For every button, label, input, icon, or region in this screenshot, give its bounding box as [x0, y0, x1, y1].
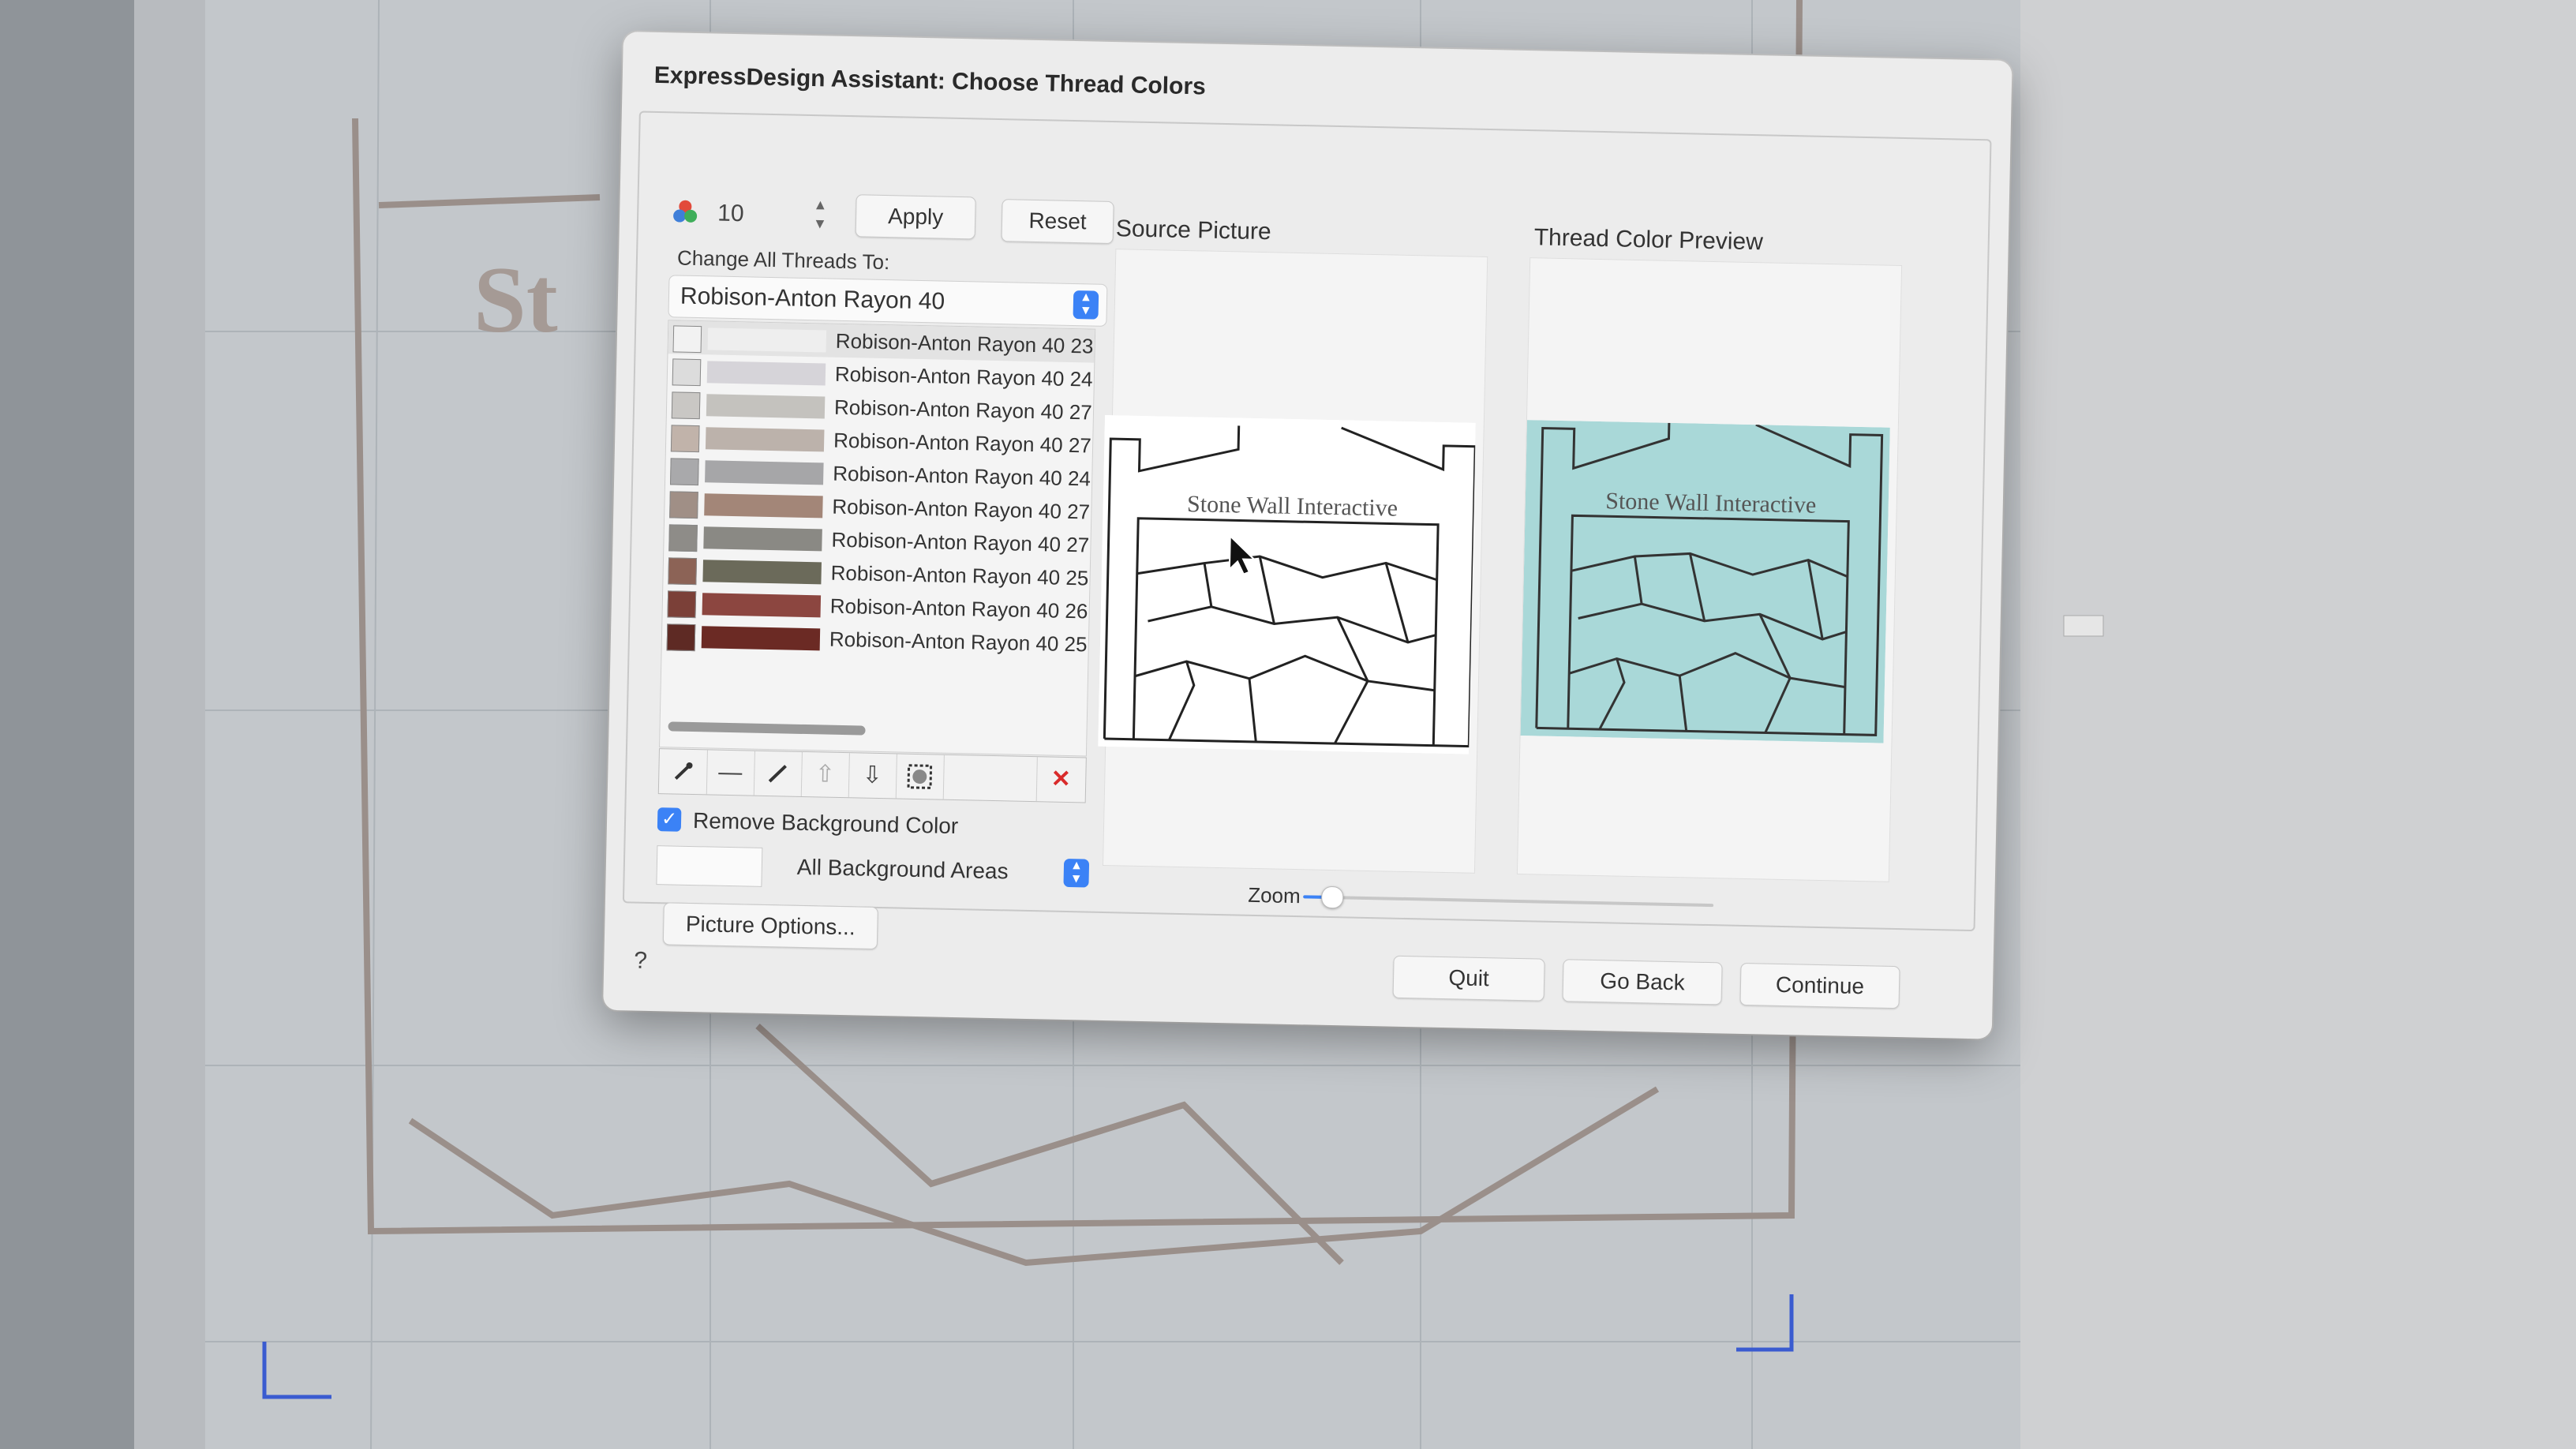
change-all-threads-select[interactable]: Robison-Anton Rayon 40 ▲ ▼ [668, 275, 1108, 327]
background-areas-select[interactable]: All Background Areas ▲ ▼ [782, 848, 1090, 892]
thread-color-bar [703, 526, 822, 552]
dialog-content-panel: 10 ▲ ▼ Apply Reset Change All Threads To:… [622, 110, 1992, 949]
choose-thread-colors-dialog: ExpressDesign Assistant: Choose Thread C… [603, 32, 2012, 1039]
background-areas-value: All Background Areas [796, 854, 1009, 884]
quit-button[interactable]: Quit [1392, 955, 1545, 1002]
remove-background-checkbox[interactable]: ✓ [657, 807, 682, 832]
dialog-title: ExpressDesign Assistant: Choose Thread C… [653, 62, 1207, 100]
zoom-slider-knob[interactable] [1320, 886, 1344, 909]
color-count-field[interactable]: 10 [710, 193, 813, 236]
thread-color-preview-image: Stone Wall Interactive [1520, 420, 1890, 743]
thread-color-bar [707, 328, 827, 353]
thread-color-chip[interactable] [671, 391, 701, 420]
thread-color-chip[interactable] [669, 491, 698, 519]
thread-color-bar [705, 460, 824, 485]
apply-button[interactable]: Apply [855, 194, 976, 240]
reset-button[interactable]: Reset [1001, 199, 1114, 245]
thread-name: Robison-Anton Rayon 40 27 [833, 428, 1092, 458]
thread-color-bar [701, 626, 821, 651]
color-dots-icon [673, 200, 698, 223]
thread-name: Robison-Anton Rayon 40 27 [832, 494, 1091, 524]
thread-color-chip[interactable] [669, 458, 699, 486]
thread-name: Robison-Anton Rayon 40 27 [831, 527, 1090, 557]
thread-color-preview-pane: Stone Wall Interactive [1516, 257, 1903, 882]
continue-button[interactable]: Continue [1739, 962, 1900, 1009]
color-count-stepper[interactable]: ▲ ▼ [808, 195, 833, 237]
thread-name: Robison-Anton Rayon 40 23 [835, 328, 1094, 358]
thread-color-preview-title: Thread Color Preview [1533, 224, 1764, 256]
horizontal-scrollbar[interactable] [668, 721, 866, 736]
thread-list[interactable]: Robison-Anton Rayon 40 23 Robison-Anton … [659, 320, 1096, 757]
thread-color-chip[interactable] [672, 358, 702, 387]
thread-name: Robison-Anton Rayon 40 26 [829, 593, 1088, 623]
go-back-button[interactable]: Go Back [1562, 959, 1723, 1005]
svg-text:St: St [474, 247, 558, 352]
source-picture-title: Source Picture [1115, 215, 1271, 245]
thread-color-chip[interactable] [668, 524, 698, 552]
thread-color-chip[interactable] [668, 557, 698, 586]
thread-name: Robison-Anton Rayon 40 27 [833, 395, 1093, 425]
thread-name: Robison-Anton Rayon 40 25 [830, 560, 1089, 590]
thread-color-bar [704, 493, 823, 519]
thread-toolbar: — ⇧ ⇩ ✕ [657, 748, 1087, 803]
mouse-cursor-icon [1228, 534, 1256, 575]
thread-color-chip[interactable] [666, 623, 696, 652]
preview-design-text: Stone Wall Interactive [1605, 488, 1817, 519]
thread-name: Robison-Anton Rayon 40 24 [833, 461, 1091, 491]
thread-color-bar [705, 427, 825, 452]
select-chevron-icon: ▲ ▼ [1063, 858, 1090, 888]
zoom-label: Zoom [1247, 882, 1301, 908]
arrow-down-icon[interactable]: ⇩ [848, 753, 897, 799]
eyedropper-icon[interactable] [658, 749, 708, 795]
source-picture-image: Stone Wall Interactive [1098, 414, 1476, 754]
thread-name: Robison-Anton Rayon 40 25 [829, 627, 1088, 657]
thread-color-bar [702, 560, 822, 585]
delete-icon[interactable]: ✕ [1035, 757, 1085, 803]
picture-options-button[interactable]: Picture Options... [662, 902, 878, 949]
select-chevron-icon: ▲ ▼ [1073, 290, 1099, 320]
source-design-text: Stone Wall Interactive [1187, 491, 1398, 522]
thread-color-bar [702, 593, 822, 618]
thread-color-bar [706, 361, 826, 386]
thread-color-chip[interactable] [667, 590, 697, 619]
help-button[interactable]: ? [634, 948, 647, 975]
thread-color-chip[interactable] [670, 425, 700, 453]
pencil-icon[interactable] [753, 751, 803, 796]
change-all-threads-value: Robison-Anton Rayon 40 [680, 283, 945, 315]
arrow-up-icon[interactable]: ⇧ [800, 751, 850, 798]
background-color-swatch[interactable] [656, 845, 763, 887]
thread-name: Robison-Anton Rayon 40 24 [834, 361, 1093, 391]
zoom-slider-track[interactable] [1303, 895, 1714, 908]
minus-icon[interactable]: — [706, 750, 755, 796]
change-all-label: Change All Threads To: [676, 245, 890, 275]
source-picture-pane: Stone Wall Interactive [1098, 249, 1488, 874]
select-all-icon[interactable] [895, 754, 945, 799]
thread-color-bar [706, 394, 826, 419]
thread-color-chip[interactable] [672, 325, 702, 354]
remove-background-label: Remove Background Color [692, 808, 959, 839]
